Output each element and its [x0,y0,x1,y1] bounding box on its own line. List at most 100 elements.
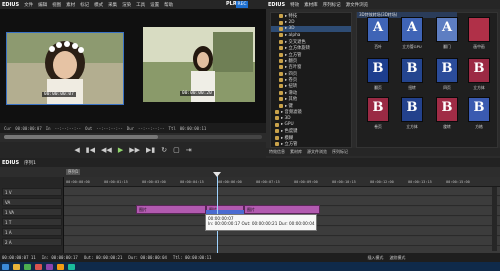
ruler-tick-label: 00:00:10:15 [332,180,356,184]
footer-tab[interactable]: 素材库 [290,149,302,155]
track-header[interactable]: 1 T [2,218,62,226]
status-insert-mode[interactable]: 插入模式 [367,255,383,261]
effect-thumbnail[interactable]: B [436,58,458,83]
loop-button[interactable]: ↻ [161,146,167,154]
track-lane[interactable] [64,237,500,246]
menu-item[interactable]: 素材 [66,2,75,8]
sequence-tab[interactable]: 序列1 [66,169,80,175]
menu-item[interactable]: 工具 [136,2,145,8]
timeline-clip[interactable]: 图片 [136,205,206,214]
timeline-vscroll[interactable] [492,187,497,251]
dur-label: Dur [126,125,135,131]
explorer-icon[interactable] [13,263,20,270]
track-header[interactable]: 1 A [2,228,62,236]
out-value: --:--:--:-- [96,125,123,131]
menu-item[interactable]: 编辑 [38,2,47,8]
tree-item-label: ▸ alpha [285,32,301,38]
in-label: In [45,125,51,131]
footer-tab[interactable]: 序列标记 [332,149,348,155]
effect-glyph-icon: B [372,61,384,76]
next-edit-button[interactable]: ▶▮ [146,146,155,154]
track-lane[interactable] [64,187,500,196]
rewind-button[interactable]: ◀◀ [101,146,112,154]
record-timecode: 00:00:00:20 [180,91,214,96]
effect-thumbnail[interactable]: A [436,17,458,42]
panel-tab[interactable]: 序列标记 [323,2,341,8]
menu-item[interactable]: 设置 [150,2,159,8]
track-headers: 1 V VA 1 VA 1 T 1 A 2 A [0,177,64,253]
menu-item[interactable]: 模式 [94,2,103,8]
rec-mode-button[interactable]: REC [236,1,248,8]
dur-value: --:--:--:-- [138,125,165,131]
ruler-tick-label: 00:00:01:15 [104,180,128,184]
effect-thumbnail[interactable]: A [401,17,423,42]
play-button[interactable]: ▶ [118,146,123,154]
app-icon[interactable] [57,263,64,270]
ttl-label: Ttl [168,125,176,131]
sequence-name[interactable]: 序列1 [24,160,36,166]
menu-item[interactable]: 渲染 [122,2,131,8]
panel-tab[interactable]: 特效 [290,2,299,8]
effect-glyph-icon: B [441,61,453,76]
ruler-tick-label: 00:00:12:00 [370,180,394,184]
effect-thumbnail-label: 卷页 [374,124,382,129]
folder-icon [279,46,283,51]
track-header[interactable]: 1 V [2,188,62,196]
track-header[interactable]: VA [2,198,62,206]
timeline-clip[interactable]: 图片 [244,205,320,214]
track-header[interactable]: 1 VA [2,208,62,216]
effect-thumbnail-label: 翻页 [374,85,382,90]
effect-thumbnail[interactable]: B [468,97,490,122]
effect-thumbnail[interactable]: B [401,97,423,122]
folder-icon [279,39,283,44]
panel-tab[interactable]: 源文件浏览 [346,2,369,8]
tree-item-label: ▸ 交叉退色 [285,39,306,45]
menu-item[interactable]: 文件 [24,2,33,8]
folder-icon [279,26,283,31]
effect-thumbnail[interactable] [468,17,490,42]
app-icon[interactable] [46,263,53,270]
player-timecode-bar: Cur 00:00:00:07 In --:--:--:-- Out --:--… [0,123,266,133]
app-icon[interactable] [35,263,42,270]
start-icon[interactable] [2,263,9,270]
footer-tab[interactable]: 特效信息 [269,149,285,155]
status-ripple-mode[interactable]: 波纹模式 [389,255,405,261]
effect-thumbnail[interactable]: B [468,58,490,83]
folder-icon [279,65,283,70]
timeline-playhead[interactable] [217,172,218,254]
playhead-handle[interactable] [213,172,221,177]
effect-thumbnail[interactable]: B [367,97,389,122]
app-icon[interactable] [24,263,31,270]
effect-thumbnail[interactable]: A [367,17,389,42]
effect-glyph-icon: B [473,61,485,76]
menu-item[interactable]: 采集 [108,2,117,8]
menu-item[interactable]: 标记 [80,2,89,8]
prev-edit-button[interactable]: ▮◀ [86,146,95,154]
effect-thumbnail[interactable]: B [367,58,389,83]
ruler-tick-label: 00:00:09:00 [294,180,318,184]
transport-controls: ◀ ▮◀ ◀◀ ▶ ▶▶ ▶▮ ↻ ▢ ⇥ [0,142,266,158]
folder-icon [279,20,283,25]
panel-tab[interactable]: 素材库 [304,2,318,8]
ruler-tick-label: 00:00:03:00 [142,180,166,184]
menu-item[interactable]: 视图 [52,2,61,8]
effect-glyph-icon: A [372,20,384,35]
app-icon[interactable] [68,263,75,270]
fast-forward-button[interactable]: ▶▶ [129,146,140,154]
menu-item[interactable]: 帮助 [164,2,173,8]
tree-item-label: ▸ 滑动 [285,90,298,96]
status-out: Out: 00:00:00:21 [83,255,123,260]
tree-item-label: ▸ 模糊 [281,135,294,141]
prev-marker-button[interactable]: ◀ [74,146,79,154]
tooltip-details: In: 00:00:00:17 Out: 00:00:00:21 Dur: 00… [208,221,315,226]
effect-thumbnail[interactable]: B [401,58,423,83]
timeline-ruler[interactable] [64,177,500,187]
tree-item-label: ▸ 2D [285,20,295,26]
insert-button[interactable]: ⇥ [186,146,192,154]
footer-tab[interactable]: 源文件浏览 [307,149,327,155]
effect-thumbnail[interactable]: B [436,97,458,122]
stop-button[interactable]: ▢ [173,146,180,154]
track-header[interactable]: 2 A [2,238,62,246]
folder-icon [275,122,279,127]
status-dur: Dur: 00:00:00:04 [128,255,167,260]
